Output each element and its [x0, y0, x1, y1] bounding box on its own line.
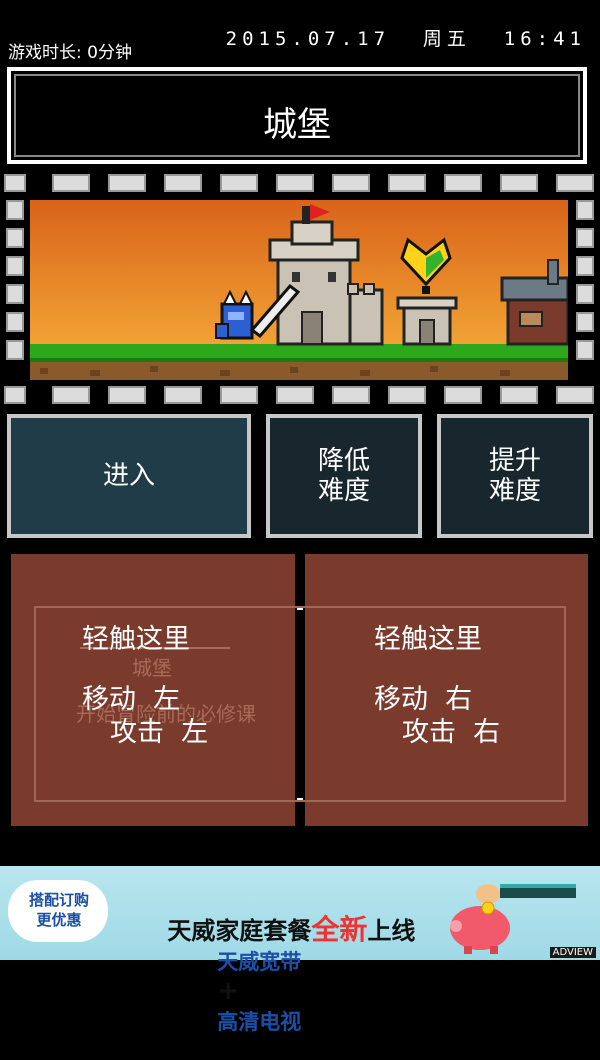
- raise-difficulty-button[interactable]: 提升 难度: [437, 414, 593, 538]
- ad-sub-plus: +: [217, 976, 240, 1006]
- left-attack-label: 攻击 左: [110, 717, 209, 748]
- ad-headline-c: 上线: [367, 917, 416, 945]
- left-touch-hint: 轻触这里: [82, 624, 190, 655]
- right-attack-label: 攻击 右: [402, 717, 501, 748]
- stage-title: 城堡: [263, 105, 331, 145]
- small-tower-icon: [396, 296, 458, 346]
- right-touch-hint: 轻触这里: [374, 624, 482, 655]
- piggy-bank-icon: [450, 884, 576, 954]
- lower-difficulty-button[interactable]: 降低 难度: [266, 414, 422, 538]
- ad-brand-label: ADVIEW: [549, 947, 596, 958]
- enter-button[interactable]: 进入: [7, 414, 251, 538]
- datetime-label: 2015.07.17 周五 16:41: [225, 28, 586, 50]
- ad-sub-b: 高清电视: [217, 1010, 302, 1034]
- playtime-label: 游戏时长: 0分钟: [8, 43, 132, 63]
- ad-sub-a: 天威宽带: [217, 950, 302, 974]
- title-box: 城堡: [7, 67, 587, 164]
- ad-badge-text: 搭配订购 更优惠: [28, 891, 89, 929]
- ad-banner[interactable]: 搭配订购 更优惠 天威家庭套餐全新上线 天威宽带 + 高清电视 ADVIEW: [0, 866, 600, 1034]
- castle-scene: [30, 200, 568, 380]
- ad-headline-b: 全新: [311, 913, 368, 946]
